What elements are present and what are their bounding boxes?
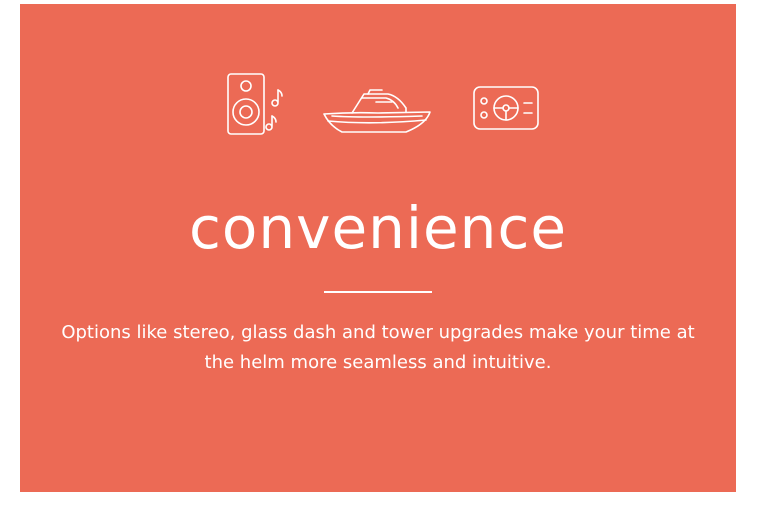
convenience-panel: convenience Options like stereo, glass d… <box>20 4 736 492</box>
section-title: convenience <box>188 194 568 262</box>
boat-icon <box>322 89 434 134</box>
feature-icons <box>20 73 736 144</box>
speaker-icon <box>224 73 294 144</box>
dashboard-icon <box>472 85 542 135</box>
section-description: Options like stereo, glass dash and towe… <box>61 322 695 373</box>
title-divider <box>324 291 432 293</box>
